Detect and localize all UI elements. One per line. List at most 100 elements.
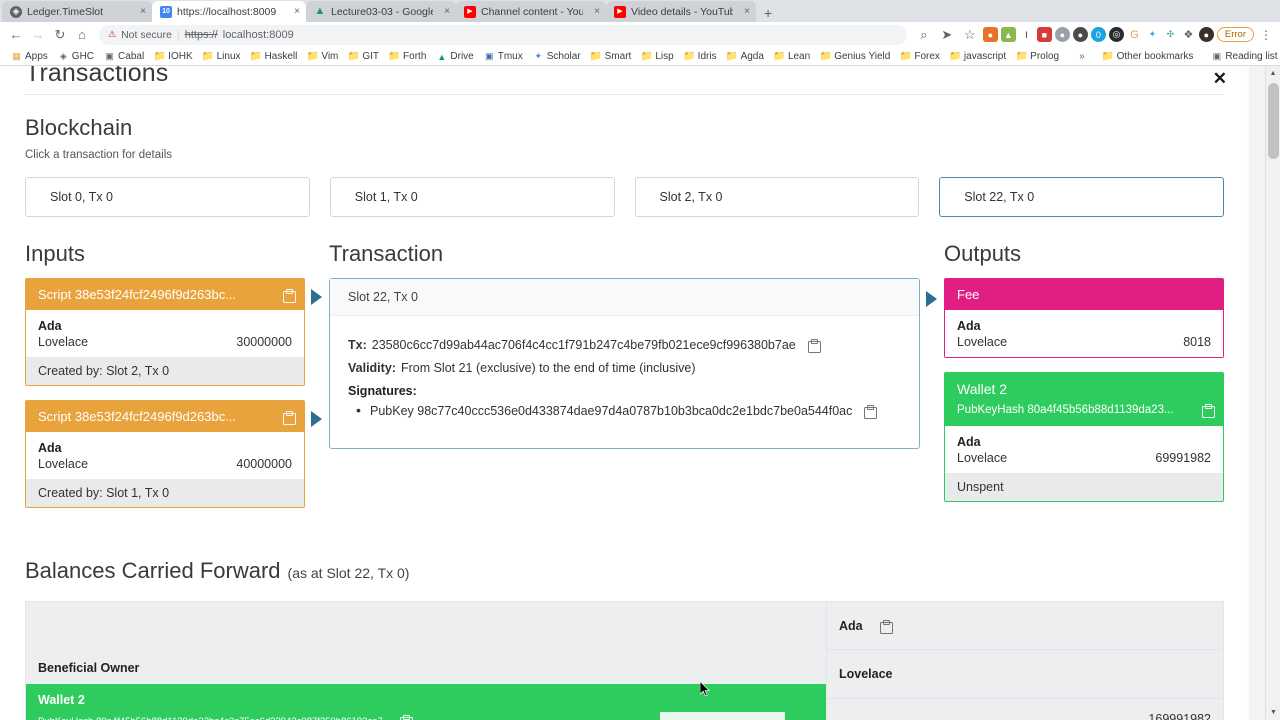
scroll-up-icon[interactable]: ▲	[1266, 66, 1280, 81]
bookmark-forex[interactable]: 📁 Forex	[895, 51, 945, 62]
bookmark-smart[interactable]: 📁 Smart	[586, 51, 637, 62]
balances-col-lovelace: Lovelace	[827, 650, 1223, 698]
bookmark-ghc[interactable]: ◈ GHC	[53, 51, 99, 62]
bookmark-agda[interactable]: 📁 Agda	[722, 51, 769, 62]
output-status-badge: Unspent	[945, 473, 1223, 501]
asset-name: Lovelace	[38, 457, 89, 471]
star-icon[interactable]: ☆	[960, 25, 980, 45]
output-card-wallet[interactable]: Wallet 2 PubKeyHash 80a4f45b56b88d1139da…	[944, 372, 1224, 502]
bookmark-label: Other bookmarks	[1116, 51, 1194, 62]
bookmark-drive[interactable]: ▲ Drive	[431, 51, 478, 62]
browser-tab-0[interactable]: ◈ Ledger.TimeSlot ×	[2, 1, 152, 22]
copy-icon[interactable]	[283, 410, 296, 425]
bookmark-vim[interactable]: 📁 Vim	[302, 51, 343, 62]
bookmark-javascript[interactable]: 📁 javascript	[945, 51, 1011, 62]
slot-button-1[interactable]: Slot 1, Tx 0	[329, 177, 615, 217]
bookmark-genius-yield[interactable]: 📁 Genius Yield	[815, 51, 895, 62]
slot-button-3[interactable]: Slot 22, Tx 0	[939, 177, 1224, 217]
bookmark-label: Prolog	[1030, 51, 1060, 62]
inputs-column: Inputs Script 38e53f24fcf2496f9d263bc...…	[25, 241, 322, 522]
folder-icon: 📁	[306, 51, 320, 62]
copy-icon[interactable]	[807, 339, 821, 353]
extension-icon-g[interactable]: G	[1126, 27, 1142, 42]
scrollbar-thumb[interactable]	[1268, 83, 1279, 159]
bookmark-linux[interactable]: 📁 Linux	[198, 51, 246, 62]
folder-icon: 📁	[201, 51, 215, 62]
copy-icon[interactable]	[879, 619, 893, 634]
bookmark-cabal[interactable]: ▣ Cabal	[99, 51, 149, 62]
bookmark-label: Agda	[740, 51, 764, 62]
input-script-label: Script 38e53f24fcf2496f9d263bc...	[38, 287, 237, 302]
bookmark-scholar[interactable]: ✦ Scholar	[528, 51, 586, 62]
input-card-0[interactable]: Script 38e53f24fcf2496f9d263bc... Ada Lo…	[25, 278, 322, 386]
blockchain-heading: Blockchain	[25, 115, 133, 140]
extension-icon-dark[interactable]: ●	[1072, 27, 1088, 42]
slot-button-0[interactable]: Slot 0, Tx 0	[25, 177, 310, 217]
reading-list-button[interactable]: ▣ Reading list	[1206, 51, 1280, 62]
bookmark-tmux[interactable]: ▣ Tmux	[479, 51, 528, 62]
slot-label: Slot 2, Tx 0	[659, 190, 723, 204]
reload-icon[interactable]: ↻	[50, 25, 70, 45]
send-icon[interactable]: ➤	[937, 25, 957, 45]
browser-menu-icon[interactable]: ⋮	[1257, 28, 1274, 42]
copy-icon[interactable]	[283, 288, 296, 303]
home-icon[interactable]: ⌂	[72, 25, 92, 45]
asset-group-label: Ada	[957, 435, 981, 449]
copy-icon[interactable]	[864, 405, 878, 419]
bookmark-haskell[interactable]: 📁 Haskell	[246, 51, 303, 62]
zoom-icon[interactable]: ⌕	[914, 25, 934, 45]
bookmark-lean[interactable]: 📁 Lean	[769, 51, 815, 62]
flow-arrow-icon	[311, 411, 322, 427]
asset-amount: 30000000	[236, 335, 292, 349]
page-scrollbar[interactable]: ▲ ▼	[1265, 66, 1280, 720]
bookmark-forth[interactable]: 📁 Forth	[384, 51, 431, 62]
tab-close-icon[interactable]: ×	[134, 6, 146, 17]
forward-icon[interactable]: →	[28, 25, 48, 45]
bookmark-iohk[interactable]: 📁 IOHK	[149, 51, 197, 62]
other-bookmarks-folder[interactable]: 📁 Other bookmarks	[1098, 51, 1199, 62]
output-card-fee[interactable]: Fee Ada Lovelace 8018	[944, 278, 1224, 358]
scroll-down-icon[interactable]: ▼	[1266, 705, 1280, 720]
extension-icon-cyan[interactable]: ✦	[1144, 27, 1160, 42]
bookmark-lisp[interactable]: 📁 Lisp	[636, 51, 678, 62]
bookmark-prolog[interactable]: 📁 Prolog	[1011, 51, 1064, 62]
browser-tab-4[interactable]: ▶ Video details - YouTube S ×	[606, 1, 756, 22]
extension-icon-fox[interactable]: ●	[982, 27, 998, 42]
modal-scroll-track[interactable]	[1240, 66, 1249, 720]
bookmark-apps[interactable]: ▦ Apps	[6, 51, 53, 62]
output-pubkeyhash: PubKeyHash 80a4f45b56b88d1139da23...	[957, 404, 1174, 416]
copy-icon[interactable]	[1202, 404, 1215, 418]
slot-button-2[interactable]: Slot 2, Tx 0	[634, 177, 920, 217]
puzzle-icon[interactable]: ❖	[1180, 27, 1196, 42]
extension-icon-ring[interactable]: ◎	[1108, 27, 1124, 42]
avatar[interactable]: ●	[1198, 27, 1214, 42]
tab-close-icon[interactable]: ×	[588, 6, 600, 17]
bookmark-git[interactable]: 📁 GIT	[343, 51, 384, 62]
extension-icon-multi[interactable]: ■	[1036, 27, 1052, 42]
close-icon[interactable]: ✕	[1213, 70, 1227, 87]
input-card-1[interactable]: Script 38e53f24fcf2496f9d263bc... Ada Lo…	[25, 400, 322, 508]
extension-icon-bar[interactable]: I	[1018, 27, 1034, 42]
bookmark-idris[interactable]: 📁 Idris	[679, 51, 722, 62]
browser-tab-3[interactable]: ▶ Channel content - YouTu ×	[456, 1, 606, 22]
tab-close-icon[interactable]: ×	[738, 6, 750, 17]
bookmark-label: javascript	[963, 51, 1007, 62]
copy-icon[interactable]	[399, 715, 413, 720]
new-tab-button[interactable]: +	[756, 6, 780, 22]
folder-icon: 📁	[949, 51, 962, 62]
back-icon[interactable]: ←	[6, 25, 26, 45]
bookmarks-overflow-icon[interactable]: »	[1074, 51, 1090, 62]
browser-tab-1[interactable]: 10 https://localhost:8009 ×	[152, 1, 306, 22]
extension-icon-teal[interactable]: ✣	[1162, 27, 1178, 42]
tab-close-icon[interactable]: ×	[438, 6, 450, 17]
tab-close-icon[interactable]: ×	[288, 6, 300, 17]
extension-icon-blue[interactable]: 0	[1090, 27, 1106, 42]
outputs-column: Outputs Fee Ada Lovelace 8018 Wallet 2 P…	[944, 241, 1224, 522]
asset-row: Lovelace 8018	[957, 335, 1211, 349]
error-badge[interactable]: Error	[1216, 27, 1254, 42]
extension-icon-gray[interactable]: ●	[1054, 27, 1070, 42]
extension-icon-green[interactable]: ▲	[1000, 27, 1016, 42]
browser-tab-2[interactable]: ▲ Lecture03-03 - Google D ×	[306, 1, 456, 22]
browser-window: ◈ Ledger.TimeSlot × 10 https://localhost…	[0, 0, 1280, 720]
address-bar[interactable]: ⚠ Not secure | https:// localhost:8009	[99, 24, 907, 45]
